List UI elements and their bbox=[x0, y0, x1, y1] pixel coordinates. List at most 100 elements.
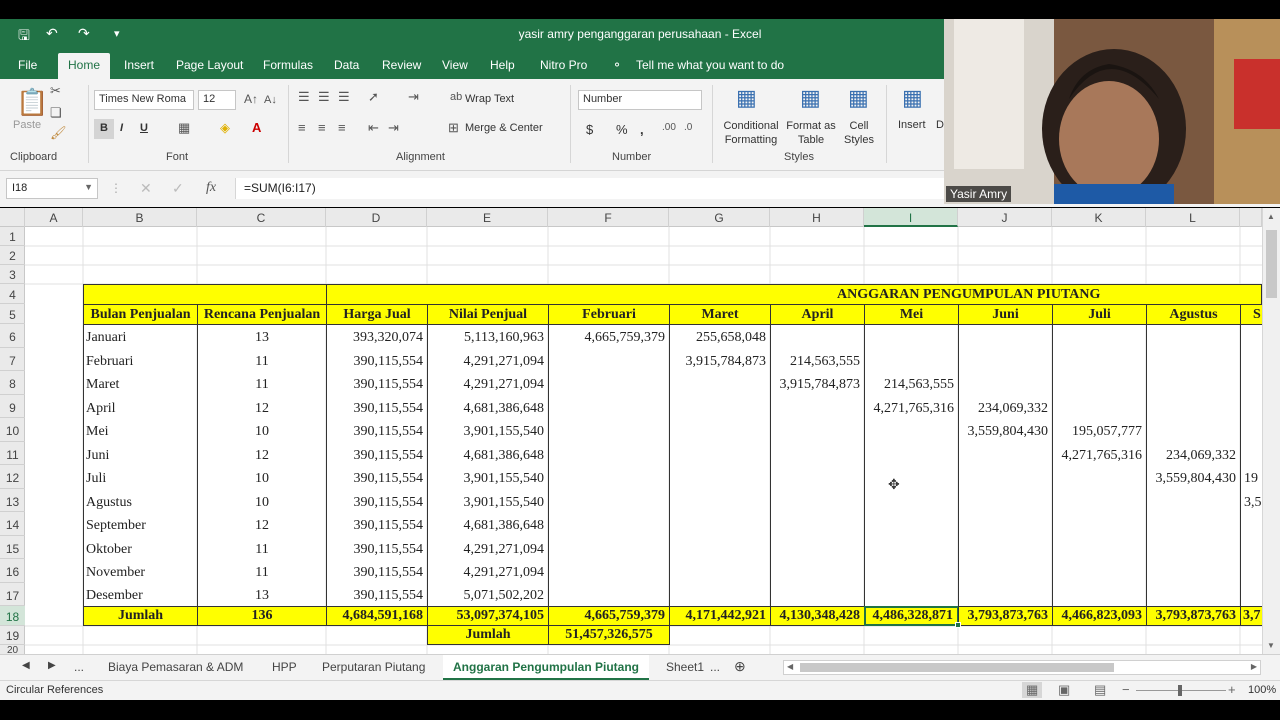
total-month[interactable]: 3,793,873,763 bbox=[958, 606, 1053, 626]
total-month[interactable]: 3,793,873,763 bbox=[1146, 606, 1241, 626]
percent-button[interactable]: % bbox=[616, 122, 628, 137]
table-cell-J[interactable] bbox=[959, 537, 1052, 560]
table-cell-G[interactable]: 3,915,784,873 bbox=[670, 349, 770, 372]
table-cell-bulan[interactable]: Agustus bbox=[84, 490, 197, 513]
scroll-right-icon[interactable]: ▶ bbox=[1251, 662, 1257, 671]
table-cell-I[interactable] bbox=[865, 466, 958, 490]
sheet-tab[interactable]: HPP bbox=[272, 660, 297, 674]
table-cell-G[interactable] bbox=[670, 513, 770, 537]
table-cell-bulan[interactable]: Juni bbox=[84, 443, 197, 466]
table-cell-rencana[interactable]: 13 bbox=[198, 584, 326, 606]
table-cell-H[interactable] bbox=[771, 396, 864, 419]
table-cell-F[interactable] bbox=[549, 419, 669, 443]
enter-icon[interactable]: ✓ bbox=[172, 180, 184, 197]
decrease-indent-icon[interactable]: ⇤ bbox=[368, 120, 379, 136]
table-cell-F[interactable] bbox=[549, 372, 669, 396]
table-cell-I[interactable]: 214,563,555 bbox=[865, 372, 958, 396]
table-cell-F[interactable] bbox=[549, 513, 669, 537]
table-cell-rencana[interactable]: 11 bbox=[198, 537, 326, 560]
total-label[interactable]: Jumlah bbox=[83, 606, 198, 626]
tab-nitro-pro[interactable]: Nitro Pro bbox=[540, 58, 587, 72]
zoom-level[interactable]: 100% bbox=[1248, 684, 1276, 696]
table-cell-F[interactable] bbox=[549, 560, 669, 584]
table-cell-K[interactable] bbox=[1053, 396, 1146, 419]
align-middle-icon[interactable]: ☰ bbox=[318, 89, 330, 105]
table-cell-rencana[interactable]: 12 bbox=[198, 443, 326, 466]
align-bottom-icon[interactable]: ☰ bbox=[338, 89, 350, 105]
table-cell-F[interactable] bbox=[549, 443, 669, 466]
table-cell-L[interactable] bbox=[1147, 419, 1240, 443]
currency-button[interactable]: $ bbox=[586, 122, 593, 137]
table-cell-I[interactable]: 4,271,765,316 bbox=[865, 396, 958, 419]
format-as-table-button[interactable]: Format as Table bbox=[784, 119, 838, 147]
align-center-icon[interactable]: ≡ bbox=[318, 120, 326, 135]
align-right-icon[interactable]: ≡ bbox=[338, 120, 346, 135]
table-cell-M[interactable] bbox=[1242, 537, 1262, 560]
increase-font-icon[interactable]: A↑ bbox=[244, 92, 258, 106]
italic-button[interactable]: I bbox=[120, 122, 123, 134]
table-cell-harga[interactable]: 390,115,554 bbox=[327, 560, 427, 584]
table-cell-nilai[interactable]: 3,901,155,540 bbox=[428, 419, 548, 443]
fill-color-icon[interactable]: ◈ bbox=[220, 120, 230, 136]
total-month[interactable]: 4,665,759,379 bbox=[548, 606, 670, 626]
table-cell-nilai[interactable]: 4,291,271,094 bbox=[428, 349, 548, 372]
table-cell-H[interactable]: 214,563,555 bbox=[771, 349, 864, 372]
table-cell-rencana[interactable]: 10 bbox=[198, 466, 326, 490]
borders-icon[interactable]: ▦ bbox=[178, 120, 190, 136]
table-cell-J[interactable] bbox=[959, 490, 1052, 513]
tab-home[interactable]: Home bbox=[58, 53, 111, 79]
scroll-down-icon[interactable]: ▼ bbox=[1267, 641, 1275, 650]
table-cell-H[interactable]: 3,915,784,873 bbox=[771, 372, 864, 396]
table-cell-K[interactable] bbox=[1053, 349, 1146, 372]
scroll-thumb[interactable] bbox=[1266, 230, 1277, 298]
table-cell-M[interactable] bbox=[1242, 372, 1262, 396]
table-cell-harga[interactable]: 390,115,554 bbox=[327, 490, 427, 513]
table-cell-M[interactable]: 19 bbox=[1242, 466, 1262, 490]
table-cell-bulan[interactable]: Oktober bbox=[84, 537, 197, 560]
table-cell-H[interactable] bbox=[771, 325, 864, 349]
table-cell-M[interactable] bbox=[1242, 513, 1262, 537]
tab-scroll-left-icon[interactable]: ◀ bbox=[22, 660, 30, 671]
table-cell-H[interactable] bbox=[771, 560, 864, 584]
table-cell-harga[interactable]: 390,115,554 bbox=[327, 349, 427, 372]
total-month[interactable]: 4,130,348,428 bbox=[770, 606, 865, 626]
table-cell-K[interactable] bbox=[1053, 325, 1146, 349]
table-cell-M[interactable] bbox=[1242, 443, 1262, 466]
copy-icon[interactable]: ❏ bbox=[50, 105, 62, 121]
tab-file[interactable]: File bbox=[18, 58, 37, 72]
table-cell-M[interactable] bbox=[1242, 419, 1262, 443]
zoom-slider-thumb[interactable] bbox=[1178, 685, 1182, 696]
table-cell-J[interactable]: 234,069,332 bbox=[959, 396, 1052, 419]
total-harga[interactable]: 4,684,591,168 bbox=[326, 606, 428, 626]
table-cell-nilai[interactable]: 3,901,155,540 bbox=[428, 490, 548, 513]
align-left-icon[interactable]: ≡ bbox=[298, 120, 306, 135]
table-cell-nilai[interactable]: 4,291,271,094 bbox=[428, 560, 548, 584]
table-cell-L[interactable]: 234,069,332 bbox=[1147, 443, 1240, 466]
underline-button[interactable]: U bbox=[140, 122, 148, 134]
total-month[interactable]: 4,171,442,921 bbox=[669, 606, 771, 626]
table-cell-nilai[interactable]: 4,681,386,648 bbox=[428, 396, 548, 419]
font-color-icon[interactable]: A bbox=[252, 120, 261, 135]
table-cell-I[interactable] bbox=[865, 560, 958, 584]
table-cell-harga[interactable]: 390,115,554 bbox=[327, 443, 427, 466]
tab-formulas[interactable]: Formulas bbox=[263, 58, 313, 72]
increase-decimal-icon[interactable]: .00 bbox=[662, 122, 676, 133]
table-cell-K[interactable] bbox=[1053, 513, 1146, 537]
table-cell-L[interactable] bbox=[1147, 349, 1240, 372]
table-cell-nilai[interactable]: 4,291,271,094 bbox=[428, 372, 548, 396]
table-cell-bulan[interactable]: September bbox=[84, 513, 197, 537]
table-cell-nilai[interactable]: 3,901,155,540 bbox=[428, 466, 548, 490]
name-box[interactable]: I18 ▼ bbox=[6, 178, 98, 199]
status-text[interactable]: Circular References bbox=[6, 684, 103, 696]
page-layout-view-icon[interactable]: ▣ bbox=[1058, 682, 1070, 698]
table-cell-G[interactable] bbox=[670, 560, 770, 584]
table-cell-G[interactable] bbox=[670, 443, 770, 466]
table-cell-harga[interactable]: 393,320,074 bbox=[327, 325, 427, 349]
font-size-select[interactable]: 12 bbox=[198, 90, 236, 110]
table-cell-K[interactable]: 195,057,777 bbox=[1053, 419, 1146, 443]
table-cell-harga[interactable]: 390,115,554 bbox=[327, 584, 427, 606]
cut-icon[interactable]: ✂ bbox=[50, 83, 61, 99]
table-cell-rencana[interactable]: 10 bbox=[198, 419, 326, 443]
table-cell-G[interactable] bbox=[670, 490, 770, 513]
table-cell-K[interactable] bbox=[1053, 537, 1146, 560]
